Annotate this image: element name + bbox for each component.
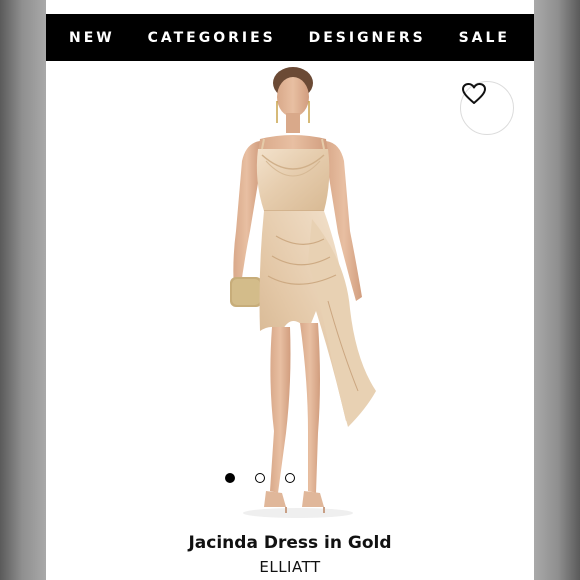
carousel-dot-1[interactable] [225, 473, 235, 483]
product-brand[interactable]: ELLIATT [46, 558, 534, 576]
nav-item-new[interactable]: NEW [69, 30, 115, 46]
product-image[interactable] [46, 61, 534, 523]
screenshot-frame: NEW CATEGORIES DESIGNERS SALE Jacinda Dr… [0, 0, 580, 580]
nav-item-categories[interactable]: CATEGORIES [148, 30, 276, 46]
product-photo [230, 67, 376, 518]
image-carousel-dots [46, 473, 504, 485]
nav-item-designers[interactable]: DESIGNERS [309, 30, 426, 46]
carousel-dot-2[interactable] [255, 473, 265, 483]
top-navigation: NEW CATEGORIES DESIGNERS SALE [46, 14, 534, 61]
heart-icon [462, 83, 486, 104]
phone-screen: NEW CATEGORIES DESIGNERS SALE Jacinda Dr… [46, 0, 534, 580]
nav-item-sale[interactable]: SALE [459, 30, 510, 46]
carousel-dot-3[interactable] [285, 473, 295, 483]
product-name: Jacinda Dress in Gold [188, 533, 392, 553]
wishlist-button[interactable] [460, 81, 514, 135]
